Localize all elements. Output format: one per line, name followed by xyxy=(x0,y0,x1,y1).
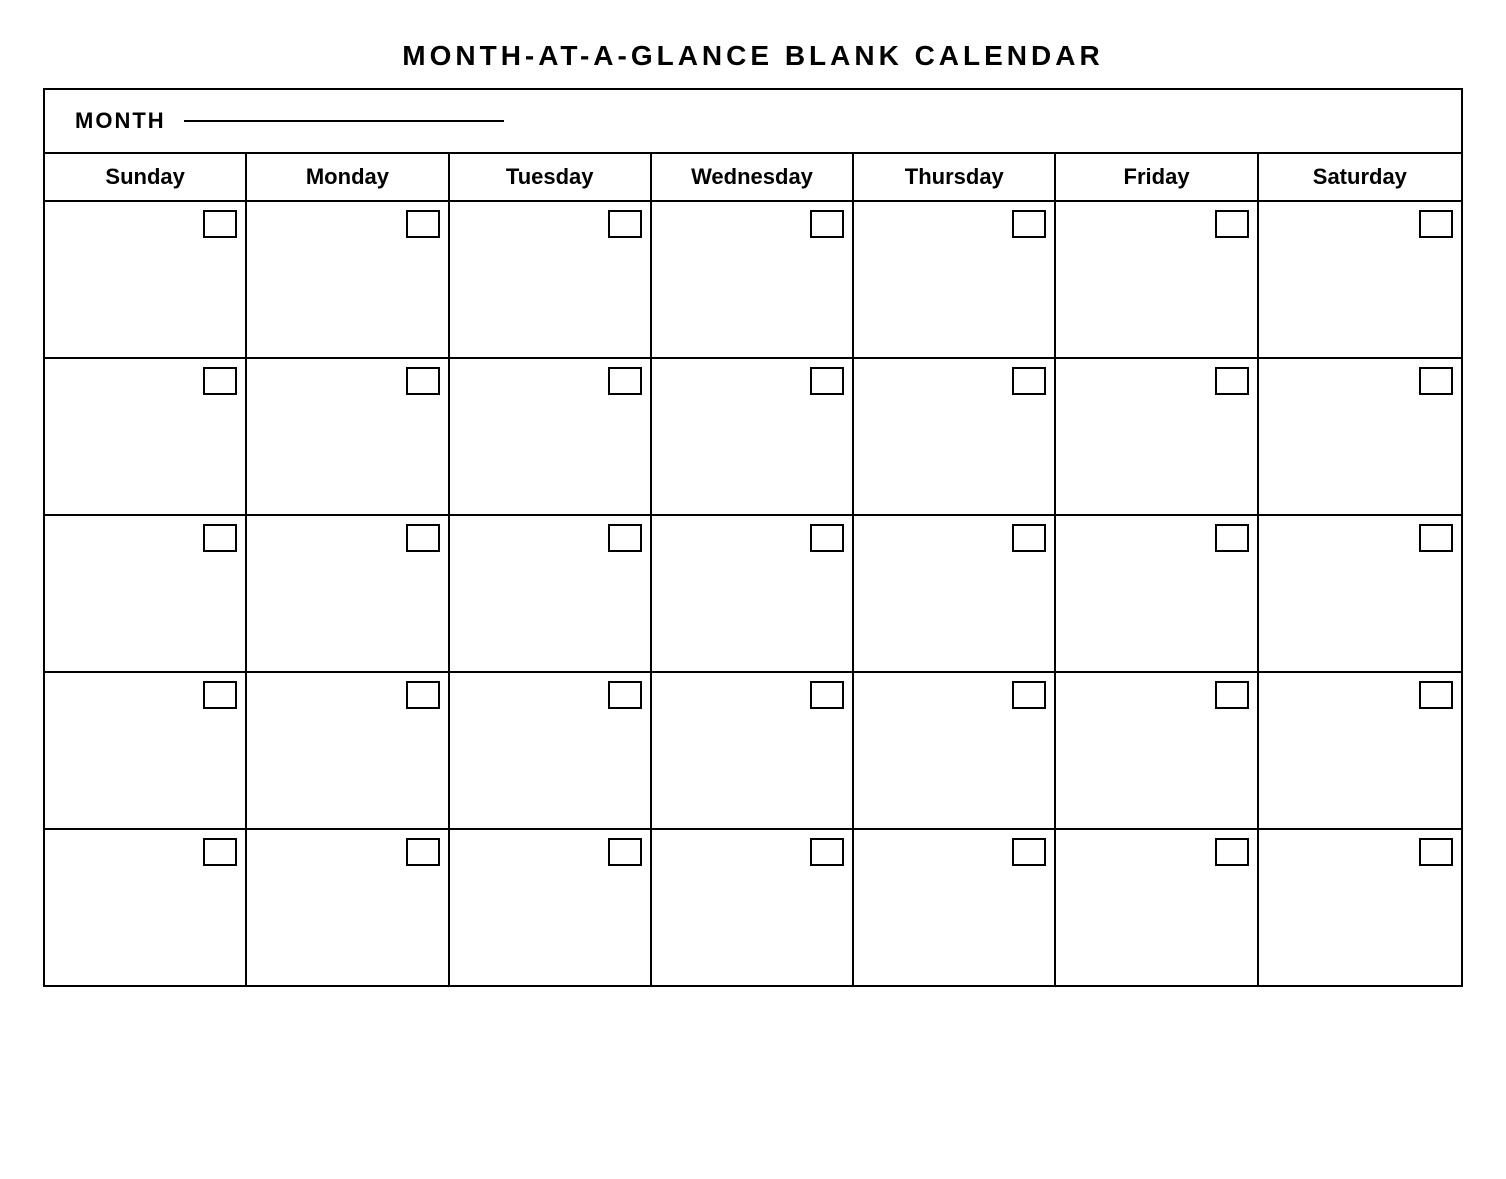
date-box xyxy=(608,681,642,709)
date-box xyxy=(203,367,237,395)
date-box xyxy=(608,838,642,866)
cell-r5-sat[interactable] xyxy=(1259,830,1461,985)
date-box xyxy=(406,838,440,866)
day-header-friday: Friday xyxy=(1056,154,1258,200)
date-box xyxy=(1012,367,1046,395)
cell-r2-tue[interactable] xyxy=(450,359,652,514)
month-header: MONTH xyxy=(45,90,1461,154)
cell-r3-tue[interactable] xyxy=(450,516,652,671)
cell-r4-mon[interactable] xyxy=(247,673,449,828)
date-box xyxy=(406,367,440,395)
days-header: Sunday Monday Tuesday Wednesday Thursday… xyxy=(45,154,1461,202)
date-box xyxy=(1419,367,1453,395)
cell-r1-thu[interactable] xyxy=(854,202,1056,357)
day-header-monday: Monday xyxy=(247,154,449,200)
date-box xyxy=(810,838,844,866)
cell-r3-wed[interactable] xyxy=(652,516,854,671)
calendar-row-4 xyxy=(45,673,1461,830)
page-title: MONTH-AT-A-GLANCE BLANK CALENDAR xyxy=(43,40,1463,72)
cell-r2-thu[interactable] xyxy=(854,359,1056,514)
cell-r3-thu[interactable] xyxy=(854,516,1056,671)
cell-r4-fri[interactable] xyxy=(1056,673,1258,828)
calendar-row-2 xyxy=(45,359,1461,516)
cell-r5-sun[interactable] xyxy=(45,830,247,985)
date-box xyxy=(810,210,844,238)
cell-r3-mon[interactable] xyxy=(247,516,449,671)
day-header-tuesday: Tuesday xyxy=(450,154,652,200)
month-line xyxy=(184,120,504,122)
cell-r2-wed[interactable] xyxy=(652,359,854,514)
date-box xyxy=(1215,838,1249,866)
date-box xyxy=(1012,524,1046,552)
cell-r4-sat[interactable] xyxy=(1259,673,1461,828)
date-box xyxy=(406,210,440,238)
cell-r1-tue[interactable] xyxy=(450,202,652,357)
date-box xyxy=(1012,210,1046,238)
date-box xyxy=(1215,681,1249,709)
cell-r1-fri[interactable] xyxy=(1056,202,1258,357)
cell-r5-fri[interactable] xyxy=(1056,830,1258,985)
date-box xyxy=(406,524,440,552)
date-box xyxy=(608,367,642,395)
day-header-wednesday: Wednesday xyxy=(652,154,854,200)
cell-r3-sat[interactable] xyxy=(1259,516,1461,671)
cell-r3-fri[interactable] xyxy=(1056,516,1258,671)
cell-r2-fri[interactable] xyxy=(1056,359,1258,514)
cell-r4-tue[interactable] xyxy=(450,673,652,828)
date-box xyxy=(810,524,844,552)
day-header-saturday: Saturday xyxy=(1259,154,1461,200)
calendar-row-5 xyxy=(45,830,1461,985)
cell-r5-tue[interactable] xyxy=(450,830,652,985)
date-box xyxy=(1215,524,1249,552)
date-box xyxy=(1419,838,1453,866)
date-box xyxy=(1419,210,1453,238)
date-box xyxy=(1012,838,1046,866)
calendar-row-3 xyxy=(45,516,1461,673)
cell-r1-sun[interactable] xyxy=(45,202,247,357)
date-box xyxy=(810,367,844,395)
cell-r5-wed[interactable] xyxy=(652,830,854,985)
date-box xyxy=(203,838,237,866)
cell-r2-sat[interactable] xyxy=(1259,359,1461,514)
date-box xyxy=(1419,681,1453,709)
cell-r2-mon[interactable] xyxy=(247,359,449,514)
date-box xyxy=(203,681,237,709)
month-label: MONTH xyxy=(75,108,166,134)
cell-r1-mon[interactable] xyxy=(247,202,449,357)
date-box xyxy=(1215,210,1249,238)
date-box xyxy=(406,681,440,709)
date-box xyxy=(1419,524,1453,552)
cell-r2-sun[interactable] xyxy=(45,359,247,514)
calendar: MONTH Sunday Monday Tuesday Wednesday Th… xyxy=(43,88,1463,987)
cell-r1-sat[interactable] xyxy=(1259,202,1461,357)
date-box xyxy=(608,524,642,552)
date-box xyxy=(608,210,642,238)
date-box xyxy=(810,681,844,709)
cell-r4-thu[interactable] xyxy=(854,673,1056,828)
date-box xyxy=(1215,367,1249,395)
date-box xyxy=(203,524,237,552)
calendar-row-1 xyxy=(45,202,1461,359)
calendar-grid xyxy=(45,202,1461,985)
date-box xyxy=(203,210,237,238)
page-wrapper: MONTH-AT-A-GLANCE BLANK CALENDAR MONTH S… xyxy=(33,20,1473,1007)
day-header-thursday: Thursday xyxy=(854,154,1056,200)
cell-r5-mon[interactable] xyxy=(247,830,449,985)
cell-r4-sun[interactable] xyxy=(45,673,247,828)
cell-r3-sun[interactable] xyxy=(45,516,247,671)
cell-r5-thu[interactable] xyxy=(854,830,1056,985)
cell-r4-wed[interactable] xyxy=(652,673,854,828)
date-box xyxy=(1012,681,1046,709)
cell-r1-wed[interactable] xyxy=(652,202,854,357)
day-header-sunday: Sunday xyxy=(45,154,247,200)
